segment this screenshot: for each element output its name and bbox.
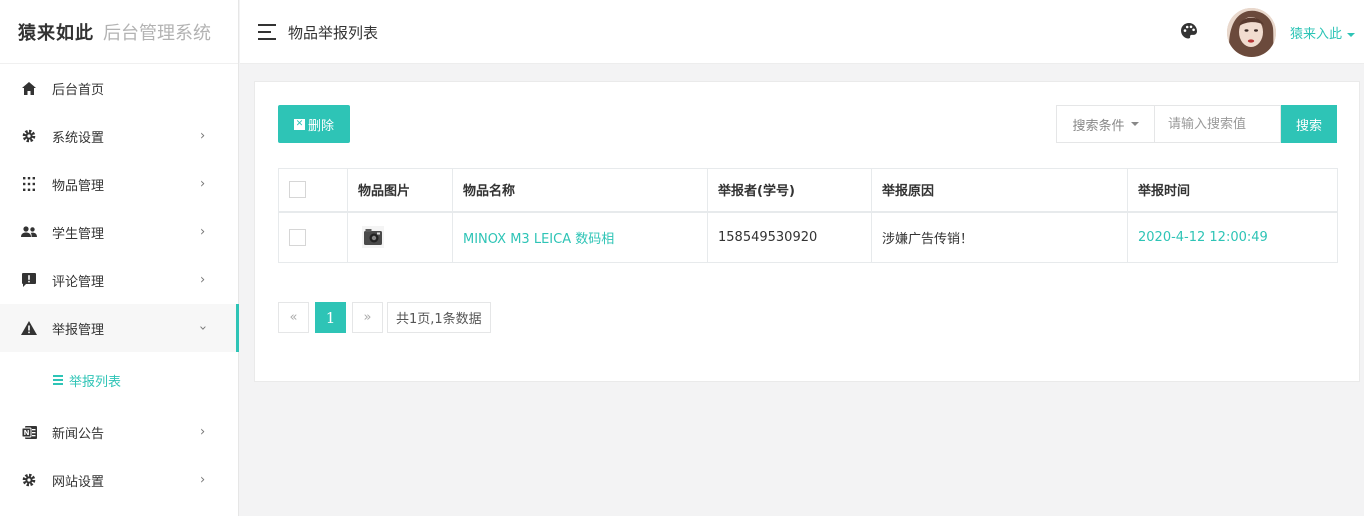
prev-page-button[interactable]: « — [278, 302, 309, 333]
goods-thumbnail[interactable] — [362, 226, 384, 249]
table-header-row: 物品图片 物品名称 举报者(学号) 举报原因 举报时间 — [278, 168, 1338, 213]
palette-icon[interactable] — [1180, 22, 1198, 40]
gear-icon — [20, 471, 38, 489]
chevron-right-icon: › — [200, 128, 206, 144]
sidebar-item-system-settings[interactable]: 系统设置 › — [0, 112, 238, 160]
select-all-cell — [278, 168, 348, 213]
column-header: 举报原因 — [871, 168, 1128, 213]
chevron-right-icon: › — [200, 176, 206, 192]
chevron-right-icon: › — [200, 224, 206, 240]
sidebar-item-label: 网站设置 — [52, 474, 105, 490]
sidebar-subitem-report-list[interactable]: 举报列表 — [0, 352, 238, 408]
caret-down-icon — [1130, 122, 1139, 126]
gear-icon — [20, 127, 38, 145]
close-box-icon: ✕ — [293, 118, 305, 130]
goods-name-link[interactable]: MINOX M3 LEICA 数码相 — [463, 232, 614, 247]
sidebar: 猿来如此 后台管理系统 后台首页 系统设置 › 物品管理 › 学生管理 › 评论… — [0, 0, 239, 516]
sidebar-item-goods[interactable]: 物品管理 › — [0, 160, 238, 208]
select-all-checkbox[interactable] — [289, 181, 306, 199]
sidebar-item-label: 后台首页 — [52, 82, 105, 98]
pagination-info: 共1页,1条数据 — [387, 302, 491, 333]
report-table: 物品图片 物品名称 举报者(学号) 举报原因 举报时间 MINOX M3 LEI… — [278, 168, 1338, 263]
user-menu[interactable]: 猿来入此 — [1290, 23, 1356, 42]
column-header: 物品图片 — [347, 168, 453, 213]
menu-toggle-icon[interactable] — [258, 24, 276, 40]
page-title: 物品举报列表 — [288, 24, 379, 42]
brand-logo: 猿来如此 — [18, 22, 94, 44]
sidebar-item-label: 系统设置 — [52, 130, 105, 146]
column-header: 举报时间 — [1127, 168, 1338, 213]
page-1-button[interactable]: 1 — [315, 302, 346, 333]
search-group: 搜索条件 搜索 — [1056, 105, 1337, 143]
column-header: 举报者(学号) — [707, 168, 872, 213]
brand-subtitle: 后台管理系统 — [103, 22, 211, 44]
sidebar-item-label: 新闻公告 — [52, 426, 105, 442]
report-time: 2020-4-12 12:00:49 — [1138, 229, 1268, 245]
news-icon: N — [20, 423, 38, 441]
sidebar-item-reports[interactable]: 举报管理 › — [0, 304, 239, 352]
warning-icon — [20, 319, 38, 337]
home-icon — [20, 79, 38, 97]
reporter-cell: 158549530920 — [707, 211, 872, 263]
svg-text:N: N — [23, 429, 29, 437]
search-button[interactable]: 搜索 — [1281, 105, 1337, 143]
avatar[interactable] — [1227, 8, 1276, 57]
pagination: « 1 » 共1页,1条数据 — [278, 302, 491, 333]
chevron-right-icon: › — [200, 424, 206, 440]
table-row: MINOX M3 LEICA 数码相 158549530920 涉嫌广告传销！ … — [278, 211, 1338, 263]
sidebar-item-label: 学生管理 — [52, 226, 105, 242]
sidebar-item-label: 举报管理 — [52, 322, 105, 338]
delete-button[interactable]: ✕ 删除 — [278, 105, 350, 143]
search-condition-dropdown[interactable]: 搜索条件 — [1056, 105, 1155, 143]
row-select-cell — [278, 211, 348, 263]
next-page-button[interactable]: » — [352, 302, 383, 333]
column-header: 物品名称 — [452, 168, 708, 213]
chevron-down-icon: › — [195, 325, 211, 331]
goods-image-cell — [347, 211, 453, 263]
goods-name-cell: MINOX M3 LEICA 数码相 — [452, 211, 708, 263]
topbar: 物品举报列表 猿来入此 — [240, 0, 1364, 64]
sidebar-item-news[interactable]: N 新闻公告 › — [0, 408, 238, 456]
time-cell: 2020-4-12 12:00:49 — [1127, 211, 1338, 263]
sidebar-item-home[interactable]: 后台首页 — [0, 64, 238, 112]
users-icon — [20, 223, 38, 241]
reason-cell: 涉嫌广告传销！ — [871, 211, 1128, 263]
sidebar-item-site-settings[interactable]: 网站设置 › — [0, 456, 238, 504]
sidebar-item-comments[interactable]: 评论管理 › — [0, 256, 238, 304]
user-name: 猿来入此 — [1290, 27, 1343, 42]
list-icon — [53, 373, 63, 387]
caret-down-icon — [1347, 32, 1356, 37]
sidebar-item-label: 物品管理 — [52, 178, 105, 194]
chevron-right-icon: › — [200, 272, 206, 288]
comment-alert-icon — [20, 271, 38, 289]
delete-button-label: 删除 — [307, 118, 334, 134]
search-condition-label: 搜索条件 — [1072, 118, 1125, 134]
search-input[interactable] — [1155, 105, 1281, 143]
sidebar-item-label: 评论管理 — [52, 274, 105, 290]
brand: 猿来如此 后台管理系统 — [0, 0, 238, 64]
main-card: ✕ 删除 搜索条件 搜索 物品图片 物品名称 举报者(学号) 举报原因 举报时间 — [254, 81, 1360, 382]
grid-icon — [20, 175, 38, 193]
sidebar-subitem-label: 举报列表 — [69, 374, 122, 390]
row-checkbox[interactable] — [289, 228, 306, 246]
sidebar-item-students[interactable]: 学生管理 › — [0, 208, 238, 256]
chevron-right-icon: › — [200, 472, 206, 488]
